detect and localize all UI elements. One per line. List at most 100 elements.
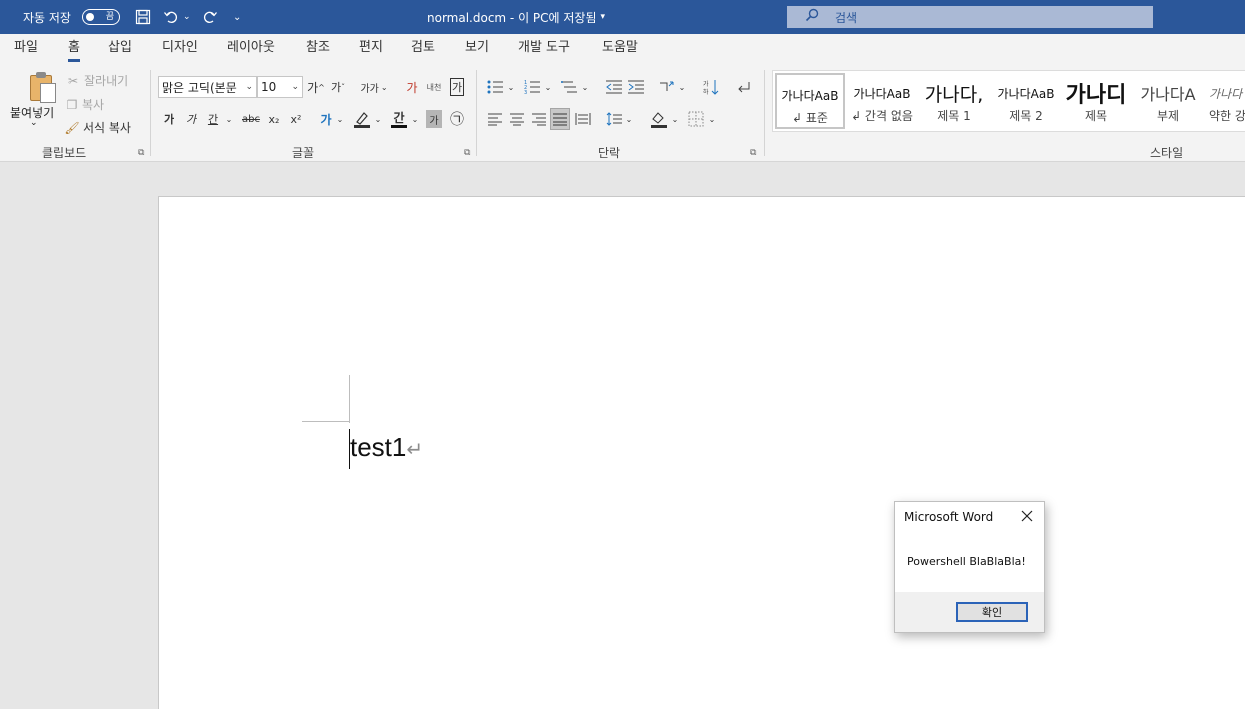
change-case-button[interactable]: 가가 ⌄ <box>358 76 390 98</box>
save-icon[interactable] <box>132 0 154 34</box>
borders-button[interactable] <box>686 108 706 130</box>
cut-button[interactable]: ✂ 잘라내기 <box>66 72 128 89</box>
undo-dropdown-icon[interactable]: ⌄ <box>183 0 191 34</box>
multilevel-list-button[interactable] <box>559 76 579 98</box>
message-box-dialog: Microsoft Word Powershell BlaBlaBla! 확인 <box>894 501 1045 633</box>
shading-button[interactable] <box>649 108 669 130</box>
dialog-title: Microsoft Word <box>904 510 994 524</box>
tab-design[interactable]: 디자인 <box>162 34 198 66</box>
sort-button[interactable]: 가하 <box>701 76 721 98</box>
dialog-message: Powershell BlaBlaBla! <box>907 555 1026 568</box>
style-title[interactable]: 가나디 제목 <box>1061 73 1131 129</box>
text-effects-button[interactable]: 가 <box>316 108 336 130</box>
numbering-button[interactable]: 123 <box>522 76 542 98</box>
shading-dropdown-icon[interactable]: ⌄ <box>669 108 681 130</box>
customize-qat-icon[interactable]: ⌄ <box>233 0 241 34</box>
borders-dropdown-icon[interactable]: ⌄ <box>706 108 718 130</box>
ok-button[interactable]: 확인 <box>956 602 1028 622</box>
tab-help[interactable]: 도움말 <box>602 34 638 66</box>
clipboard-launcher-icon[interactable]: ⧉ <box>138 148 144 158</box>
asian-layout-dropdown-icon[interactable]: ⌄ <box>676 76 688 98</box>
character-border-button[interactable]: 가 <box>447 76 467 98</box>
bullets-dropdown-icon[interactable]: ⌄ <box>505 76 517 98</box>
align-right-button[interactable] <box>529 108 549 130</box>
font-color-button[interactable]: 간 <box>389 108 409 130</box>
bold-button[interactable]: 가 <box>159 108 179 130</box>
format-painter-button[interactable]: 🖌 서식 복사 <box>64 119 131 136</box>
dialog-footer: 확인 <box>895 592 1044 632</box>
character-border-icon: 가 <box>449 78 465 96</box>
align-left-button[interactable] <box>485 108 505 130</box>
copy-button[interactable]: ❐ 복사 <box>64 96 104 113</box>
style-subtitle[interactable]: 가나다A 부제 <box>1133 73 1203 129</box>
superscript-icon: x² <box>290 112 302 126</box>
clear-formatting-button[interactable]: 가 <box>402 76 422 98</box>
highlight-dropdown-icon[interactable]: ⌄ <box>372 108 384 130</box>
paste-icon <box>28 71 58 103</box>
justify-button[interactable] <box>550 108 570 130</box>
multilevel-dropdown-icon[interactable]: ⌄ <box>579 76 591 98</box>
paragraph-launcher-icon[interactable]: ⧉ <box>750 148 756 158</box>
highlight-button[interactable] <box>352 108 372 130</box>
style-normal[interactable]: 가나다AaB ↲ 표준 <box>775 73 845 129</box>
numbering-dropdown-icon[interactable]: ⌄ <box>542 76 554 98</box>
tab-mailings[interactable]: 편지 <box>359 34 383 66</box>
styles-group-label: 스타일 <box>1150 146 1184 160</box>
decrease-indent-button[interactable] <box>604 76 624 98</box>
style-heading-1[interactable]: 가나다, 제목 1 <box>919 73 989 129</box>
increase-indent-button[interactable] <box>626 76 646 98</box>
document-page[interactable]: test1↵ <box>158 196 1245 709</box>
svg-text:3: 3 <box>524 90 527 94</box>
grow-font-button[interactable]: 가 ^ <box>306 76 326 98</box>
italic-button[interactable]: 가 <box>181 108 201 130</box>
subscript-button[interactable]: x₂ <box>264 108 284 130</box>
tab-insert[interactable]: 삽입 <box>108 34 132 66</box>
strikethrough-button[interactable]: abc <box>239 108 263 130</box>
tab-developer[interactable]: 개발 도구 <box>518 34 570 66</box>
font-size-combo[interactable]: 10 ⌄ <box>257 76 303 98</box>
tab-view[interactable]: 보기 <box>465 34 489 66</box>
style-no-spacing[interactable]: 가나다AaB ↲ 간격 없음 <box>847 73 917 129</box>
distributed-button[interactable] <box>573 108 593 130</box>
style-subtle-emphasis[interactable]: 가나다 약한 강 <box>1203 73 1245 129</box>
phonetic-guide-icon: 내천 <box>426 82 442 92</box>
redo-icon[interactable] <box>199 0 221 34</box>
text-effects-dropdown-icon[interactable]: ⌄ <box>334 108 346 130</box>
autosave-toggle[interactable]: 끔 <box>82 0 120 34</box>
character-shading-button[interactable]: 가 <box>426 110 442 128</box>
font-name-combo[interactable]: 맑은 고딕(본문 ⌄ <box>158 76 257 98</box>
tab-file[interactable]: 파일 <box>14 34 38 66</box>
font-color-dropdown-icon[interactable]: ⌄ <box>409 108 421 130</box>
phonetic-guide-button[interactable]: 내천 <box>424 76 444 98</box>
tab-home[interactable]: 홈 <box>68 34 80 66</box>
document-paragraph[interactable]: test1↵ <box>350 431 423 466</box>
align-left-icon <box>488 113 502 126</box>
align-center-button[interactable] <box>507 108 527 130</box>
strikethrough-icon: abc <box>242 113 260 125</box>
paint-bucket-icon <box>651 112 667 128</box>
group-divider <box>476 70 477 156</box>
enclose-characters-button[interactable]: ㉠ <box>447 108 467 130</box>
line-spacing-button[interactable] <box>604 108 624 130</box>
document-title[interactable]: normal.docm - 이 PC에 저장됨 ▾ <box>427 0 605 34</box>
tab-layout[interactable]: 레이아웃 <box>227 34 275 66</box>
paste-button[interactable]: 붙여넣기 ⌄ <box>8 66 60 136</box>
chevron-down-icon: ⌄ <box>30 118 38 128</box>
style-heading-2[interactable]: 가나다AaB 제목 2 <box>991 73 1061 129</box>
close-icon[interactable] <box>1018 507 1036 525</box>
underline-button[interactable]: 간 <box>203 108 223 130</box>
asian-layout-button[interactable] <box>657 76 677 98</box>
superscript-button[interactable]: x² <box>286 108 306 130</box>
font-launcher-icon[interactable]: ⧉ <box>464 148 470 158</box>
paragraph-mark-icon: ↵ <box>406 439 424 461</box>
show-formatting-button[interactable] <box>733 76 753 98</box>
line-spacing-dropdown-icon[interactable]: ⌄ <box>623 108 635 130</box>
undo-icon[interactable] <box>160 0 182 34</box>
underline-dropdown-icon[interactable]: ⌄ <box>222 108 236 130</box>
tab-references[interactable]: 참조 <box>306 34 330 66</box>
shrink-font-button[interactable]: 가ˇ <box>328 76 348 98</box>
bullets-button[interactable] <box>485 76 505 98</box>
tab-review[interactable]: 검토 <box>411 34 435 66</box>
search-input[interactable]: 검색 <box>787 6 1153 28</box>
font-size-value: 10 <box>261 80 277 94</box>
